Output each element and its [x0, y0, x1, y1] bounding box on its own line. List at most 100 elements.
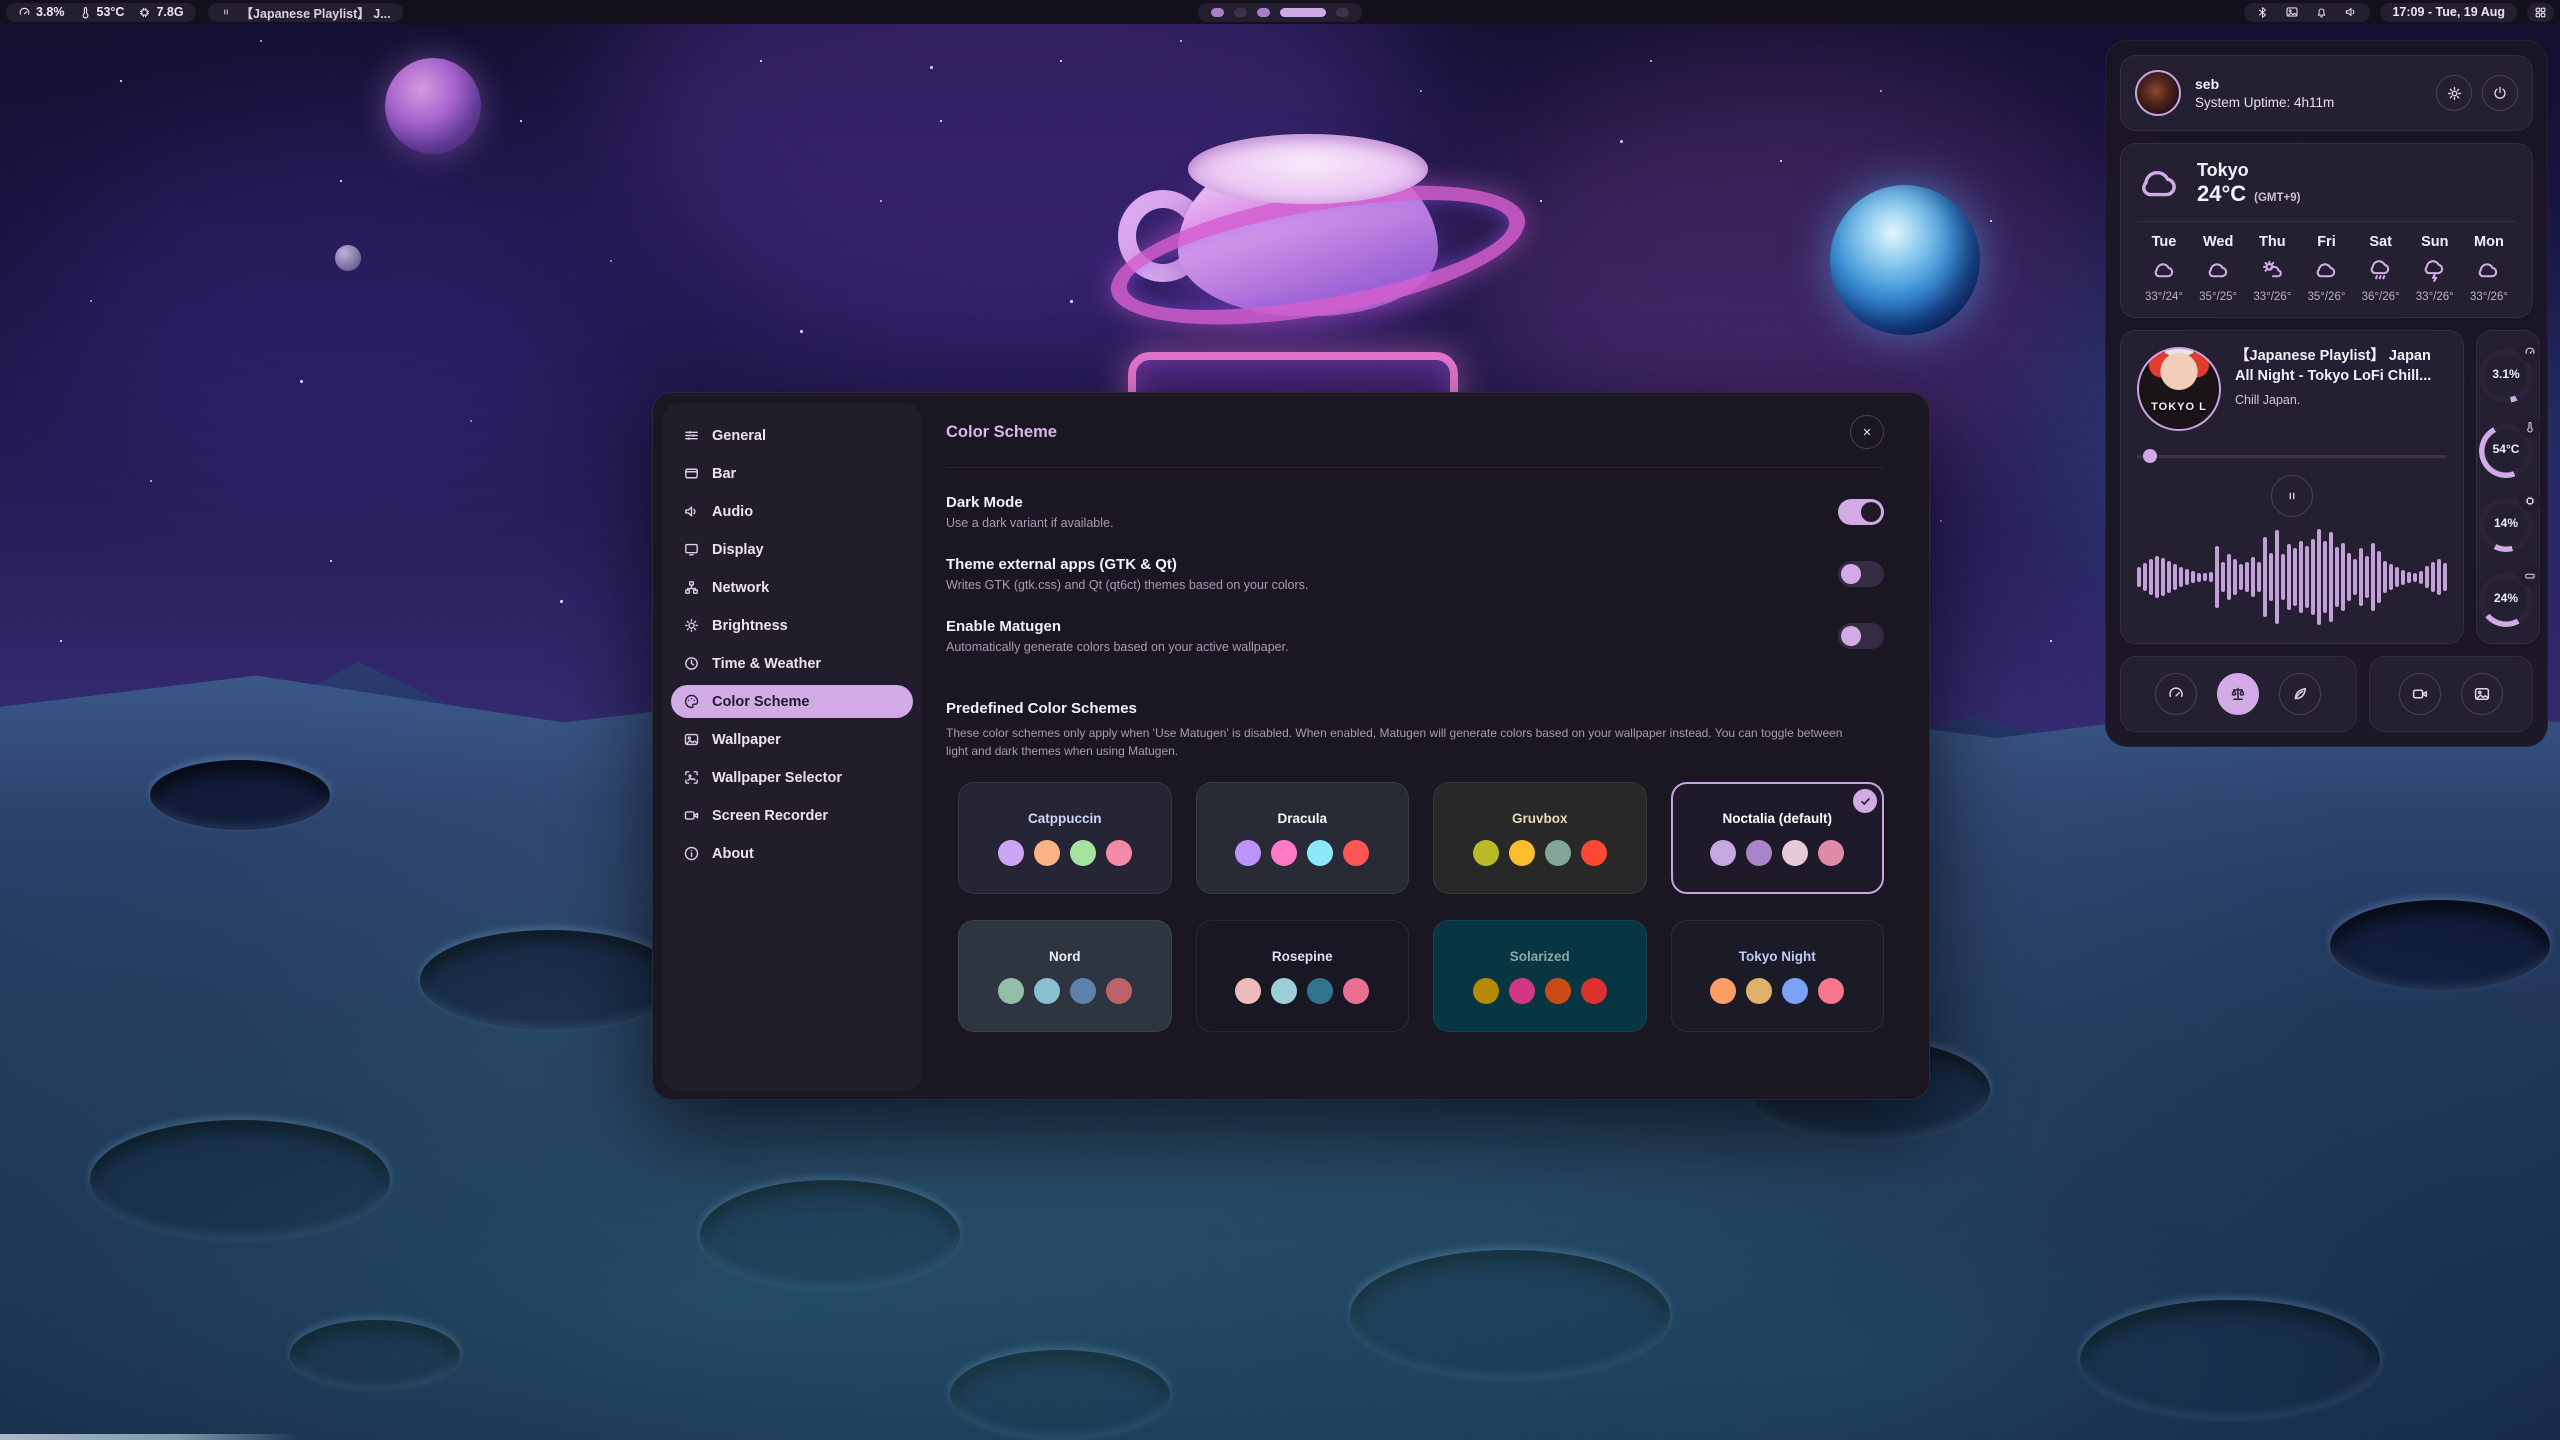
color-swatch — [1473, 840, 1499, 866]
weather-city: Tokyo — [2197, 160, 2300, 181]
crater — [290, 1320, 460, 1390]
color-swatch — [1581, 840, 1607, 866]
sidebar-item-screen-recorder[interactable]: Screen Recorder — [671, 799, 913, 832]
sidebar-item-network[interactable]: Network — [671, 571, 913, 604]
forecast-day: Wed35°/25° — [2193, 234, 2243, 303]
weather-rain-icon — [2368, 258, 2393, 283]
workspace-dot[interactable] — [1234, 8, 1247, 17]
leaf-icon — [2291, 685, 2309, 703]
audio-visualizer — [2137, 527, 2447, 627]
color-swatch — [1307, 978, 1333, 1004]
day-temps: 36°/26° — [2362, 291, 2400, 303]
balanced-profile-button[interactable] — [2217, 673, 2259, 715]
sidebar-item-label: Color Scheme — [712, 694, 810, 710]
crater — [950, 1350, 1170, 1440]
color-swatch — [1343, 840, 1369, 866]
scheme-card-solarized[interactable]: Solarized — [1433, 920, 1647, 1032]
sidebar-item-label: Brightness — [712, 618, 788, 634]
scheme-card-gruvbox[interactable]: Gruvbox — [1433, 782, 1647, 894]
forecast-day: Sun33°/26° — [2410, 234, 2460, 303]
sidebar-item-brightness[interactable]: Brightness — [671, 609, 913, 642]
sidebar-item-display[interactable]: Display — [671, 533, 913, 566]
user-card: seb System Uptime: 4h11m — [2120, 55, 2533, 131]
thermometer-icon — [79, 6, 92, 19]
color-swatch — [1473, 978, 1499, 1004]
workspace-dot[interactable] — [1280, 8, 1326, 17]
workspace-dot[interactable] — [1336, 8, 1349, 17]
weather-storm-icon — [2422, 258, 2447, 283]
sidebar-item-label: Audio — [712, 504, 753, 520]
clock-pill[interactable]: 17:09 - Tue, 19 Aug — [2380, 3, 2517, 22]
enable-matugen-toggle[interactable] — [1838, 623, 1884, 649]
page-title: Color Scheme — [946, 423, 1057, 442]
swatch-row — [1710, 840, 1844, 866]
sidebar-item-label: About — [712, 846, 754, 862]
bluetooth-icon[interactable] — [2256, 6, 2269, 19]
screen-recorder-button[interactable] — [2399, 673, 2441, 715]
setting-label: Theme external apps (GTK & Qt) — [946, 556, 1308, 573]
scheme-card-tokyo-night[interactable]: Tokyo Night — [1671, 920, 1885, 1032]
sidebar-item-audio[interactable]: Audio — [671, 495, 913, 528]
performance-profile-button[interactable] — [2155, 673, 2197, 715]
scheme-name: Catppuccin — [1028, 811, 1102, 826]
wallpaper-button[interactable] — [2461, 673, 2503, 715]
color-swatch — [1818, 840, 1844, 866]
day-temps: 33°/24° — [2145, 291, 2183, 303]
seek-knob[interactable] — [2143, 449, 2157, 463]
dark-mode-toggle[interactable] — [1838, 499, 1884, 525]
volume-icon[interactable] — [2344, 5, 2358, 19]
app-launcher-button[interactable] — [2527, 3, 2554, 22]
crater — [2080, 1300, 2380, 1420]
color-swatch — [1782, 978, 1808, 1004]
video-camera-icon — [2411, 685, 2429, 703]
day-label: Thu — [2259, 234, 2286, 250]
power-icon — [2492, 85, 2508, 101]
sidebar-item-wallpaper[interactable]: Wallpaper — [671, 723, 913, 756]
sidebar-item-about[interactable]: About — [671, 837, 913, 870]
theme-external-apps-toggle[interactable] — [1838, 561, 1884, 587]
workspace-dot[interactable] — [1257, 8, 1270, 17]
top-bar: 3.8% 53°C 7.8G 【Japanese Playlist】 J... … — [0, 0, 2560, 24]
swatch-row — [998, 840, 1132, 866]
cup-opening — [1188, 134, 1428, 204]
scheme-name: Rosepine — [1272, 949, 1333, 964]
scheme-card-nord[interactable]: Nord — [958, 920, 1172, 1032]
color-swatch — [1545, 840, 1571, 866]
power-button[interactable] — [2482, 75, 2518, 111]
day-label: Sat — [2369, 234, 2392, 250]
sidebar-item-general[interactable]: General — [671, 419, 913, 452]
power-saver-profile-button[interactable] — [2279, 673, 2321, 715]
notifications-bell-icon[interactable] — [2315, 6, 2328, 19]
sidebar-item-bar[interactable]: Bar — [671, 457, 913, 490]
weather-cloud-icon — [2476, 258, 2501, 283]
disk-icon — [2519, 565, 2541, 587]
scheme-card-noctalia[interactable]: Noctalia (default) — [1671, 782, 1885, 894]
day-label: Mon — [2474, 234, 2504, 250]
settings-button[interactable] — [2436, 75, 2472, 111]
workspace-indicator[interactable] — [1198, 3, 1362, 22]
color-swatch — [1818, 978, 1844, 1004]
color-swatch — [1307, 840, 1333, 866]
scheme-card-rosepine[interactable]: Rosepine — [1196, 920, 1410, 1032]
media-pill[interactable]: 【Japanese Playlist】 J... — [208, 3, 403, 22]
day-temps: 35°/25° — [2199, 291, 2237, 303]
sidebar-item-wallpaper-selector[interactable]: Wallpaper Selector — [671, 761, 913, 794]
scheme-grid: Catppuccin Dracula — [946, 782, 1884, 1032]
color-swatch — [1070, 840, 1096, 866]
workspace-dot[interactable] — [1211, 8, 1224, 17]
color-swatch — [1106, 978, 1132, 1004]
color-swatch — [998, 978, 1024, 1004]
day-label: Tue — [2152, 234, 2177, 250]
day-temps: 33°/26° — [2416, 291, 2454, 303]
scheme-card-dracula[interactable]: Dracula — [1196, 782, 1410, 894]
scheme-card-catppuccin[interactable]: Catppuccin — [958, 782, 1172, 894]
wallpaper-icon[interactable] — [2285, 5, 2299, 19]
setting-label: Dark Mode — [946, 494, 1113, 511]
pause-button[interactable] — [2271, 475, 2313, 517]
seek-slider[interactable] — [2137, 449, 2447, 463]
sidebar-item-color-scheme[interactable]: Color Scheme — [671, 685, 913, 718]
memory-gauge: 14% — [2477, 492, 2539, 556]
color-swatch — [1235, 978, 1261, 1004]
close-button[interactable] — [1850, 415, 1884, 449]
sidebar-item-time-weather[interactable]: Time & Weather — [671, 647, 913, 680]
